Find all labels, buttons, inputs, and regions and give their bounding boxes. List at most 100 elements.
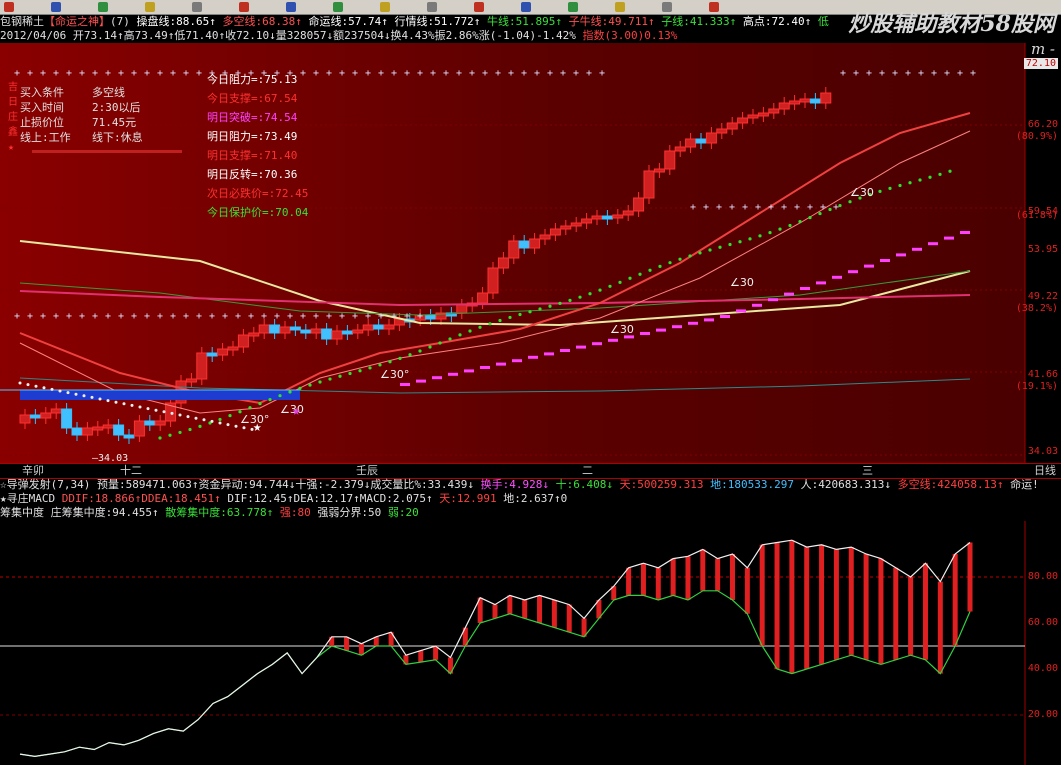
trail-dot-white	[210, 419, 214, 423]
marker-cross: +	[944, 68, 950, 79]
zoom-out-icon[interactable]	[192, 2, 202, 12]
cross-icon[interactable]	[239, 2, 249, 12]
trail-dot	[438, 341, 442, 345]
marker-cross: +	[703, 202, 709, 213]
marker-cross: +	[170, 68, 176, 79]
indicator-name: 【命运之神】	[44, 15, 110, 28]
trail-dot	[458, 333, 462, 337]
indicator-readout: 地:180533.297	[710, 478, 801, 491]
pressure-step	[608, 338, 618, 342]
save-icon[interactable]	[709, 2, 719, 12]
legend-tag: 鑫	[8, 127, 18, 138]
pressure-step	[512, 359, 522, 363]
concentration-chart[interactable]	[0, 521, 1061, 765]
candle-body	[81, 427, 93, 436]
trail-dot	[598, 288, 602, 292]
marker-cross: +	[560, 68, 566, 79]
pin-icon[interactable]	[51, 2, 61, 12]
trail-dot-white	[90, 395, 94, 399]
trail-dot-white	[58, 389, 62, 393]
marker-cross: +	[144, 68, 150, 79]
marker-cross: +	[313, 311, 319, 322]
trail-dot	[278, 394, 282, 398]
trail-dot	[288, 390, 292, 394]
pressure-step	[816, 281, 826, 285]
trail-dot	[218, 417, 222, 422]
trail-dot	[948, 169, 952, 173]
marker-cross: +	[599, 68, 605, 79]
trail-dot	[538, 307, 542, 311]
candle-body	[196, 352, 208, 380]
trail-dot	[448, 337, 452, 341]
pressure-step	[560, 349, 570, 352]
index-change: 指数(3.00)0.13%	[582, 29, 678, 42]
zoom-in-icon[interactable]	[145, 2, 155, 12]
trail-dot	[938, 172, 942, 176]
marker-cross: +	[339, 311, 345, 322]
marker-cross: +	[794, 202, 800, 213]
candle-body	[61, 408, 73, 429]
text-a-icon[interactable]	[521, 2, 531, 12]
bar-icon[interactable]	[380, 2, 390, 12]
candle-body	[799, 98, 811, 103]
candle-body	[113, 424, 125, 436]
candle-body	[258, 324, 270, 334]
pressure-step	[480, 366, 490, 369]
trail-dot	[398, 356, 402, 360]
price-axis-tick: 49.22	[1027, 291, 1058, 302]
candle-body	[269, 324, 281, 334]
candle-body	[487, 267, 499, 294]
marker-cross: +	[66, 68, 72, 79]
candle-body	[185, 378, 197, 383]
trail-dot	[188, 427, 192, 432]
candle-body	[289, 326, 301, 331]
info-line-1: 包钢稀土【命运之神】(7) 操盘线:88.65↑ 多空线:68.38↑ 命运线:…	[0, 15, 829, 29]
pressure-step	[528, 355, 538, 359]
trail-dot-white	[34, 384, 38, 388]
trail-dot	[368, 366, 372, 370]
candle-body	[331, 330, 343, 340]
indicator-axis-tick: 80.00	[1027, 571, 1058, 582]
grid-icon[interactable]	[662, 2, 672, 12]
arrow-icon[interactable]	[4, 2, 14, 12]
pressure-step	[736, 309, 746, 313]
legend-divider	[32, 150, 182, 153]
fib-icon[interactable]	[427, 2, 437, 12]
marker-cross: +	[14, 311, 20, 322]
trail-dot	[418, 349, 422, 353]
candle-body	[560, 225, 572, 230]
trail-dot	[728, 242, 732, 247]
star-marker-white: ★	[253, 419, 262, 435]
candle-body	[518, 240, 530, 249]
pressure-step	[928, 242, 938, 246]
indicator-readout: 地:2.637↑0	[503, 492, 568, 505]
candle-body	[29, 414, 41, 419]
candle-body	[737, 117, 749, 124]
pen-icon[interactable]	[286, 2, 296, 12]
marker-cross: +	[131, 68, 137, 79]
circle-icon[interactable]	[615, 2, 625, 12]
legend-row: 止损价位 71.45元	[20, 116, 182, 131]
trail-dot	[758, 234, 762, 238]
marker-cross: +	[105, 311, 111, 322]
chart-icon[interactable]	[98, 2, 108, 12]
candle-body	[144, 420, 156, 426]
trail-dot	[548, 304, 552, 308]
trail-dot	[898, 183, 902, 188]
price-axis-tick: 41.66	[1027, 369, 1058, 380]
trail-dot	[788, 223, 792, 228]
marker-cross: +	[573, 68, 579, 79]
arrow-up-icon[interactable]	[474, 2, 484, 12]
indicator-line-1: ☆导弹发射(7,34) 预量:589471.063↑资金异动:94.744↓十强…	[0, 478, 1039, 492]
trail-dot-white	[82, 394, 86, 398]
candle-body	[321, 328, 333, 340]
marker-cross: +	[970, 68, 976, 79]
candle-body	[778, 102, 790, 110]
box-icon[interactable]	[568, 2, 578, 12]
marker-cross: +	[482, 68, 488, 79]
line-icon[interactable]	[333, 2, 343, 12]
marker-cross: +	[807, 202, 813, 213]
marker-cross: +	[339, 68, 345, 79]
marker-cross: +	[131, 311, 137, 322]
indicator-readout: 散筹集中度:63.778↑	[165, 506, 280, 519]
